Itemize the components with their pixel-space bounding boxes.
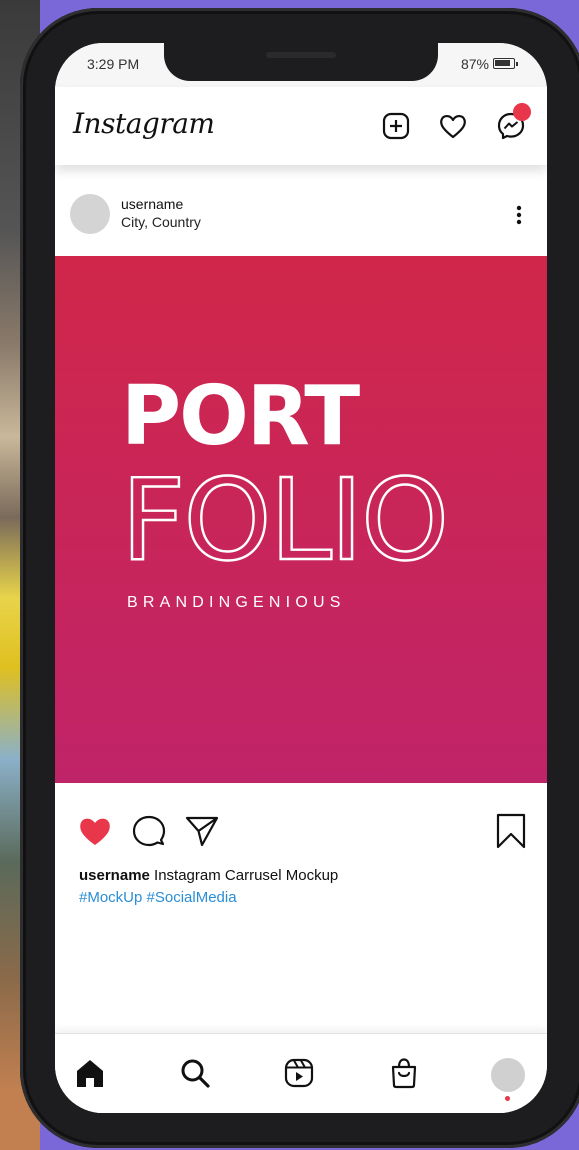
new-post-icon[interactable] [381, 111, 411, 141]
title-outline: FOLIO [121, 456, 447, 586]
search-icon[interactable] [178, 1056, 212, 1090]
post-image[interactable]: PORT FOLIO BRANDINGENIOUS [55, 256, 547, 783]
share-icon[interactable] [184, 813, 220, 849]
notification-badge [513, 103, 531, 121]
heart-icon[interactable] [438, 111, 468, 141]
battery-icon [493, 58, 518, 69]
caption-username[interactable]: username [79, 867, 150, 884]
post-location[interactable]: City, Country [121, 214, 201, 230]
phone-screen: 3:29 PM 87% Instagram username City, Cou… [55, 43, 547, 1113]
caption-text: Instagram Carrusel Mockup [149, 867, 339, 884]
more-options-icon[interactable] [513, 203, 525, 227]
app-header: Instagram [55, 87, 547, 165]
status-time: 3:29 PM [87, 56, 140, 72]
phone-notch [164, 43, 438, 81]
title-solid: PORT [121, 369, 360, 464]
avatar[interactable] [70, 194, 110, 234]
post-caption: username Instagram Carrusel Mockup [79, 867, 338, 884]
reels-icon[interactable] [282, 1056, 316, 1090]
phone-speaker [266, 52, 336, 58]
battery-percent: 87% [460, 56, 489, 72]
bookmark-icon[interactable] [493, 813, 529, 849]
hashtags[interactable]: #MockUp #SocialMedia [79, 889, 237, 906]
liked-heart-icon[interactable] [77, 813, 113, 849]
instagram-logo[interactable]: Instagram [73, 107, 215, 140]
profile-notification-dot [505, 1096, 510, 1101]
bottom-nav [55, 1033, 547, 1113]
shop-icon[interactable] [387, 1056, 421, 1090]
profile-avatar[interactable] [491, 1058, 525, 1092]
home-icon[interactable] [73, 1056, 107, 1090]
post-header: username City, Country [55, 183, 547, 253]
post-username[interactable]: username [121, 196, 183, 212]
comment-icon[interactable] [131, 813, 167, 849]
brand-text: BRANDINGENIOUS [127, 594, 346, 611]
post-actions [55, 813, 547, 853]
